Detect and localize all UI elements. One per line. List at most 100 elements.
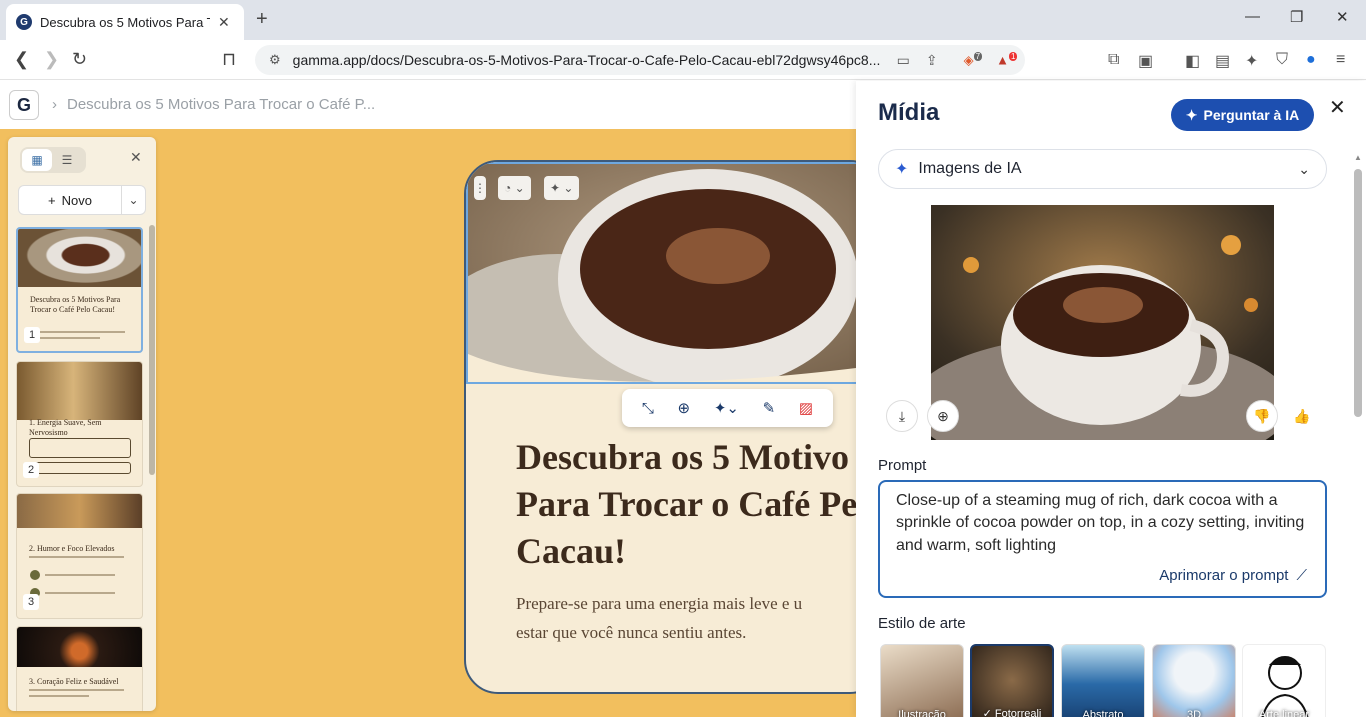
breadcrumb-title: Descubra os 5 Motivos Para Trocar o Café… xyxy=(67,96,376,113)
vpn-icon[interactable]: ⛉ xyxy=(1276,51,1288,69)
slide-thumb-2[interactable]: 1. Energia Suave, Sem Nervosismo 2 xyxy=(16,361,143,487)
main-slide[interactable]: ⋮ ◔ ⌄ ✦ ⌄ Descubra os 5 Motivo Para Troc… xyxy=(464,160,884,694)
image-toolbar: ⤡ ⊕ ✦⌄ ✎ ▨ xyxy=(622,389,833,427)
plus-icon: + xyxy=(48,192,56,208)
style-3d[interactable]: 3D xyxy=(1152,644,1236,717)
browser-toolbar: ❮ ❯ ↻ ⊓ ⚙ gamma.app/docs/Descubra-os-5-M… xyxy=(0,40,1366,80)
cast-icon[interactable]: ▭ xyxy=(897,52,910,69)
style-abstract[interactable]: Abstrato xyxy=(1061,644,1145,717)
minimize-icon[interactable]: — xyxy=(1245,8,1260,25)
remove-image-icon[interactable]: ▨ xyxy=(799,399,813,417)
list-view-icon[interactable]: ☰ xyxy=(52,149,82,171)
ai-sparkle-icon[interactable]: ✦ ⌄ xyxy=(544,176,580,200)
scroll-up-icon[interactable]: ▲ xyxy=(1354,153,1362,162)
slide-subtitle[interactable]: Prepare-se para uma energia mais leve e … xyxy=(516,590,876,648)
prompt-textarea[interactable]: Close-up of a steaming mug of rich, dark… xyxy=(878,480,1327,598)
gamma-favicon-icon: G xyxy=(16,14,32,30)
window-close-icon[interactable]: ✕ xyxy=(1336,8,1349,26)
slide-thumb-4[interactable]: 3. Coração Feliz e Saudável xyxy=(16,626,143,711)
zoom-icon[interactable]: ⊕ xyxy=(927,400,959,432)
art-style-label: Estilo de arte xyxy=(878,615,966,632)
generated-image-preview[interactable] xyxy=(931,205,1274,440)
new-tab-icon[interactable]: + xyxy=(256,8,268,31)
close-icon[interactable]: ✕ xyxy=(1329,95,1346,120)
leo-ai-icon[interactable]: ✦ xyxy=(1245,51,1258,71)
chevron-down-icon[interactable]: ⌄ xyxy=(121,185,145,215)
menu-icon[interactable]: ≡ xyxy=(1336,51,1345,69)
new-label: Novo xyxy=(61,192,92,208)
prompt-label: Prompt xyxy=(878,457,927,474)
site-settings-icon[interactable]: ⚙ xyxy=(269,52,281,68)
new-slide-button[interactable]: + Novo ⌄ xyxy=(18,185,146,215)
share-icon[interactable]: ⇪ xyxy=(926,52,938,69)
thumb-image xyxy=(17,362,142,420)
alert-badge: 1 xyxy=(1008,52,1018,62)
forward-icon[interactable]: ❯ xyxy=(44,49,59,70)
download-icon[interactable]: ⤓ xyxy=(886,400,918,432)
thumbs-up-icon[interactable]: 👍 xyxy=(1286,400,1318,432)
thumb-number: 2 xyxy=(23,462,39,478)
cocoa-cup-image xyxy=(931,205,1274,440)
more-options-icon[interactable]: ⋮ xyxy=(474,176,486,200)
refine-prompt-button[interactable]: Aprimorar o prompt ⟋ xyxy=(1159,567,1307,584)
tab-title: Descubra os 5 Motivos Para Troc xyxy=(40,14,210,30)
panel-scrollbar[interactable] xyxy=(1354,169,1362,417)
rewards-icon[interactable]: ▲ 1 xyxy=(996,52,1018,68)
profile-icon[interactable]: ● xyxy=(1306,51,1316,69)
sparkle-icon: ✦ xyxy=(895,161,909,178)
app-header: G › Descubra os 5 Motivos Para Trocar o C… xyxy=(0,81,856,129)
theme-icon[interactable]: ◔ ⌄ xyxy=(498,176,531,200)
edit-icon[interactable]: ✎ xyxy=(763,399,776,417)
thumb-number: 3 xyxy=(23,594,39,610)
style-illustration[interactable]: Ilustração xyxy=(880,644,964,717)
gamma-logo[interactable]: G xyxy=(9,90,39,120)
brave-shield-icon[interactable]: ◈ 7 xyxy=(964,51,983,68)
style-line-art[interactable]: Arte linear xyxy=(1242,644,1326,717)
magic-wand-icon: ⟋ xyxy=(1296,567,1307,584)
collapse-icon[interactable]: ⤡ xyxy=(642,400,654,417)
panel-close-icon[interactable]: ✕ xyxy=(130,149,142,166)
media-panel: Mídia ✦ Perguntar à IA ✕ ✦ Imagens de IA… xyxy=(856,81,1366,717)
thumb-number: 1 xyxy=(24,327,40,343)
line-art-face-icon xyxy=(1261,656,1309,717)
url-text: gamma.app/docs/Descubra-os-5-Motivos-Par… xyxy=(292,52,881,68)
ask-ai-button[interactable]: ✦ Perguntar à IA xyxy=(1171,99,1314,131)
thumb-title: 3. Coração Feliz e Saudável xyxy=(29,677,119,686)
sparkle-icon: ✦ xyxy=(1185,106,1198,123)
style-photorealistic[interactable]: ✓ Fotorreali xyxy=(970,644,1054,717)
thumb-title: Descubra os 5 Motivos Para Trocar o Café… xyxy=(30,295,121,315)
media-source-select[interactable]: ✦ Imagens de IA ⌄ xyxy=(878,149,1327,189)
focus-icon[interactable]: ⊕ xyxy=(678,399,691,417)
slide-thumb-3[interactable]: 2. Humor e Foco Elevados 3 xyxy=(16,493,143,619)
slide-image[interactable]: ⋮ ◔ ⌄ ✦ ⌄ xyxy=(466,162,882,384)
back-icon[interactable]: ❮ xyxy=(14,49,29,70)
thumbs-down-icon[interactable]: 👎 xyxy=(1246,400,1278,432)
extensions-icon[interactable]: ⧉ xyxy=(1108,51,1119,69)
thumb-image xyxy=(17,627,142,667)
breadcrumb[interactable]: › Descubra os 5 Motivos Para Trocar o Caf… xyxy=(52,96,375,113)
chevron-right-icon: › xyxy=(52,96,57,113)
tab-close-icon[interactable]: ✕ xyxy=(218,14,230,31)
ai-edit-icon[interactable]: ✦⌄ xyxy=(714,399,739,417)
slide-thumb-1[interactable]: Descubra os 5 Motivos Para Trocar o Café… xyxy=(16,227,143,353)
chevron-down-icon: ⌄ xyxy=(1298,160,1310,177)
view-toggle: ▦ ☰ xyxy=(20,147,86,173)
address-bar[interactable]: ⚙ gamma.app/docs/Descubra-os-5-Motivos-P… xyxy=(255,45,1025,75)
grid-view-icon[interactable]: ▦ xyxy=(22,149,52,171)
thumb-title: 1. Energia Suave, Sem Nervosismo xyxy=(29,418,102,438)
thumb-title: 2. Humor e Foco Elevados xyxy=(29,544,115,553)
panel-title: Mídia xyxy=(878,99,940,126)
browser-tab[interactable]: G Descubra os 5 Motivos Para Troc ✕ xyxy=(6,4,244,40)
thumb-image xyxy=(18,229,141,287)
slides-panel: ▦ ☰ ✕ + Novo ⌄ Descubra os 5 Motivos Para… xyxy=(8,137,156,711)
brave-badge: 7 xyxy=(973,51,983,61)
wallet-icon[interactable]: ▤ xyxy=(1215,51,1230,71)
sidebar-icon[interactable]: ◧ xyxy=(1185,51,1200,71)
bookmark-icon[interactable]: ⊓ xyxy=(222,49,236,70)
maximize-icon[interactable]: ❐ xyxy=(1290,8,1303,26)
slide-title[interactable]: Descubra os 5 Motivo Para Trocar o Café … xyxy=(516,434,876,574)
reload-icon[interactable]: ↻ xyxy=(72,49,87,70)
reader-icon[interactable]: ▣ xyxy=(1138,51,1153,71)
media-source-label: Imagens de IA xyxy=(918,160,1022,177)
panel-scrollbar[interactable] xyxy=(149,225,155,475)
